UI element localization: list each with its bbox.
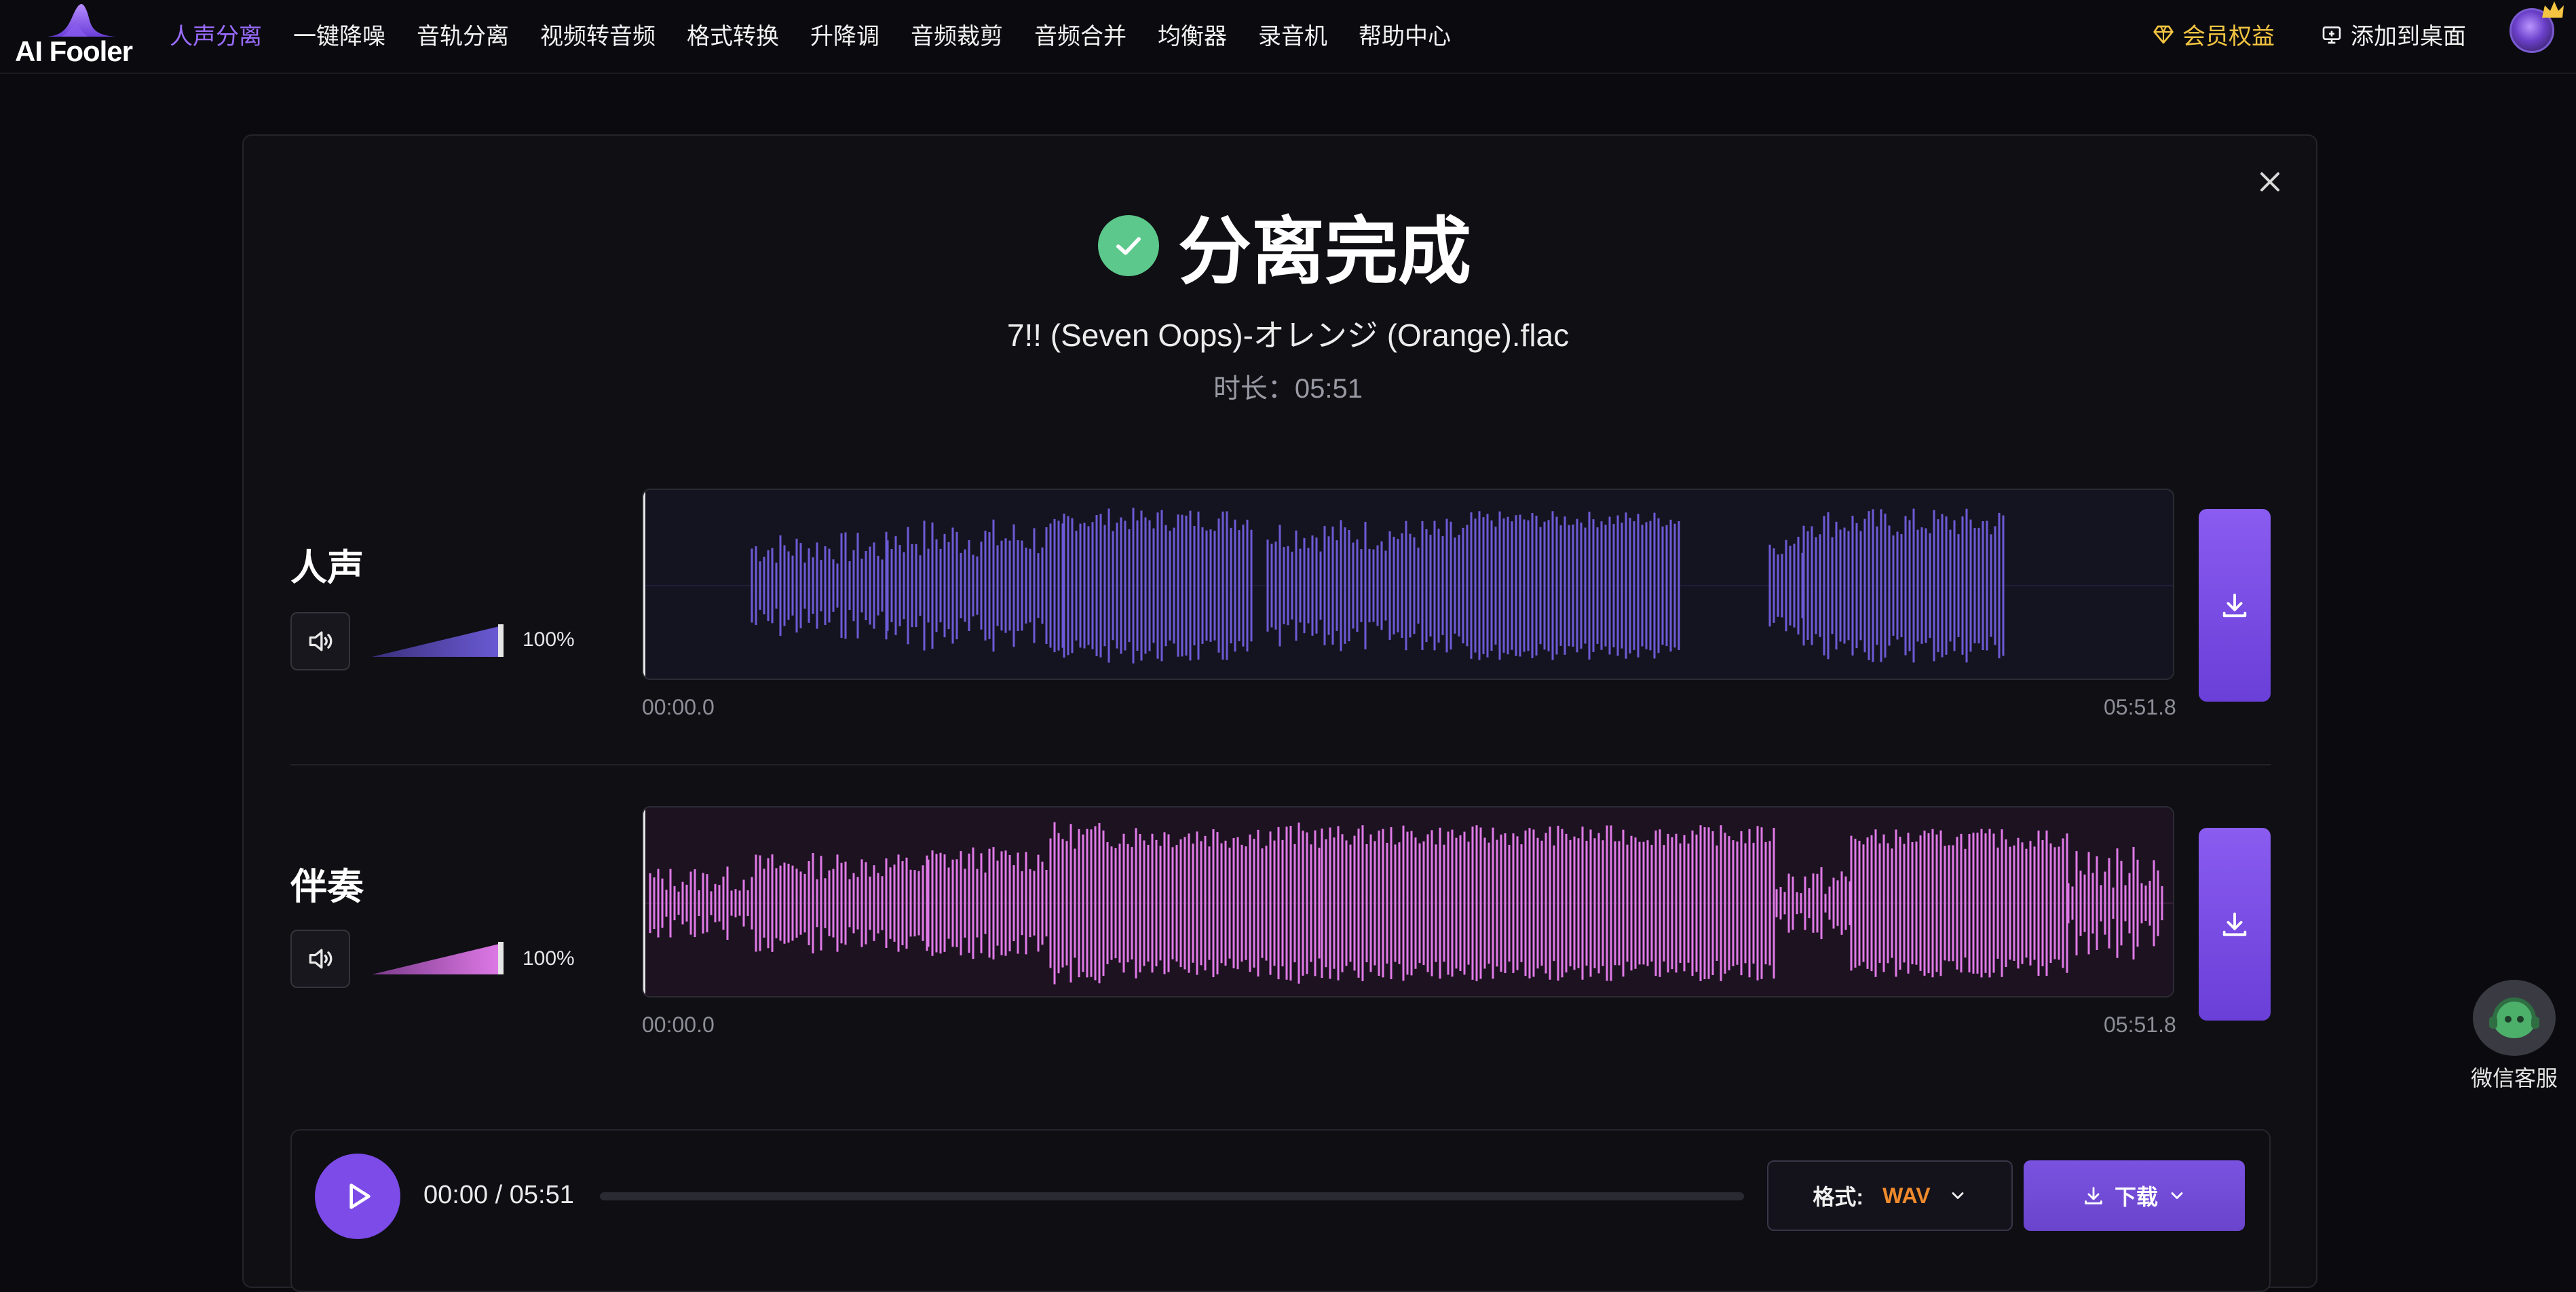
playhead-vocals xyxy=(643,490,645,679)
vip-label: 会员权益 xyxy=(2182,24,2275,50)
brand-name: AI Fooler xyxy=(15,35,133,67)
waveform-accompaniment-svg xyxy=(643,822,2173,985)
nav-item-audio-merge[interactable]: 音频合并 xyxy=(1034,18,1126,51)
logo[interactable]: AI Fooler xyxy=(14,3,136,67)
nav-item-recorder[interactable]: 录音机 xyxy=(1258,18,1327,51)
chevron-down-icon xyxy=(1952,1192,1963,1199)
crown-icon xyxy=(2542,1,2564,18)
track-end-time-vocals: 05:51.8 xyxy=(2104,695,2176,719)
download-vocals-button[interactable] xyxy=(2199,509,2271,702)
page-title: 分离完成 xyxy=(1178,210,1472,292)
download-icon xyxy=(2222,912,2247,936)
play-button[interactable] xyxy=(315,1154,400,1239)
download-icon xyxy=(2085,1187,2102,1204)
file-duration: 时长：05:51 xyxy=(1213,374,1363,404)
nav-item-vocal-separation[interactable]: 人声分离 xyxy=(170,18,262,51)
speaker-icon xyxy=(309,631,333,651)
nav-item-equalizer[interactable]: 均衡器 xyxy=(1158,18,1227,51)
diamond-icon xyxy=(2153,25,2174,43)
result-header: 分离完成 xyxy=(1098,198,1471,293)
volume-percent-vocals: 100% xyxy=(523,628,575,651)
download-accompaniment-button[interactable] xyxy=(2199,828,2271,1021)
track-label-vocals: 人声 xyxy=(290,548,364,588)
monitor-plus-icon xyxy=(2322,26,2341,43)
download-label: 下载 xyxy=(2114,1185,2158,1209)
volume-percent-accompaniment: 100% xyxy=(523,947,575,970)
wechat-bot-icon xyxy=(2489,998,2539,1038)
play-icon xyxy=(349,1183,371,1209)
top-nav: AI Fooler 人声分离 一键降噪 音轨分离 视频转音频 格式转换 升降调 … xyxy=(0,0,2576,74)
speaker-icon xyxy=(309,949,333,969)
track-start-time-vocals: 00:00.0 xyxy=(642,695,715,719)
track-start-time-accompaniment: 00:00.0 xyxy=(642,1012,715,1037)
nav-menu: 人声分离 一键降噪 音轨分离 视频转音频 格式转换 升降调 音频裁剪 音频合并 … xyxy=(170,0,1482,68)
close-icon[interactable] xyxy=(2256,168,2284,195)
track-divider xyxy=(290,764,2271,765)
add-to-desktop-label: 添加到桌面 xyxy=(2351,24,2466,50)
playback-time: 00:00 / 05:51 xyxy=(423,1181,574,1209)
format-value: WAV xyxy=(1882,1183,1931,1208)
result-card xyxy=(242,134,2317,1288)
waveform-vocals[interactable] xyxy=(642,489,2174,680)
nav-item-format-convert[interactable]: 格式转换 xyxy=(687,18,779,51)
waveform-vocals-svg xyxy=(643,508,2173,664)
chevron-down-icon xyxy=(2171,1192,2183,1199)
track-label-accompaniment: 伴奏 xyxy=(290,867,364,907)
nav-item-denoise[interactable]: 一键降噪 xyxy=(293,18,385,51)
track-end-time-accompaniment: 05:51.8 xyxy=(2104,1012,2176,1037)
format-label: 格式: xyxy=(1813,1185,1864,1209)
nav-item-pitch-shift[interactable]: 升降调 xyxy=(810,18,879,51)
mute-button-accompaniment[interactable] xyxy=(290,930,350,988)
file-name: 7!! (Seven Oops)-オレンジ (Orange).flac xyxy=(1006,318,1570,353)
nav-item-audio-trim[interactable]: 音频裁剪 xyxy=(911,18,1003,51)
format-select[interactable]: 格式: WAV xyxy=(1767,1160,2013,1231)
playhead-accompaniment xyxy=(643,808,645,996)
volume-slider-accompaniment[interactable] xyxy=(369,940,505,976)
add-to-desktop-button[interactable]: 添加到桌面 xyxy=(2321,18,2466,51)
wechat-service-button[interactable] xyxy=(2473,980,2556,1056)
logo-wave-icon xyxy=(48,4,115,37)
nav-item-video-to-audio[interactable]: 视频转音频 xyxy=(540,18,656,51)
nav-item-track-separation[interactable]: 音轨分离 xyxy=(417,18,509,51)
download-icon xyxy=(2222,593,2247,618)
download-menu-button[interactable]: 下载 xyxy=(2024,1160,2245,1231)
wechat-service-label: 微信客服 xyxy=(2470,1066,2558,1090)
waveform-accompaniment[interactable] xyxy=(642,806,2174,998)
nav-item-help-center[interactable]: 帮助中心 xyxy=(1359,18,1451,51)
mute-button-vocals[interactable] xyxy=(290,612,350,670)
vip-benefits-link[interactable]: 会员权益 xyxy=(2153,18,2275,51)
playback-progress-bar[interactable] xyxy=(600,1192,1744,1200)
check-icon xyxy=(1098,215,1159,276)
volume-slider-vocals[interactable] xyxy=(369,623,505,658)
